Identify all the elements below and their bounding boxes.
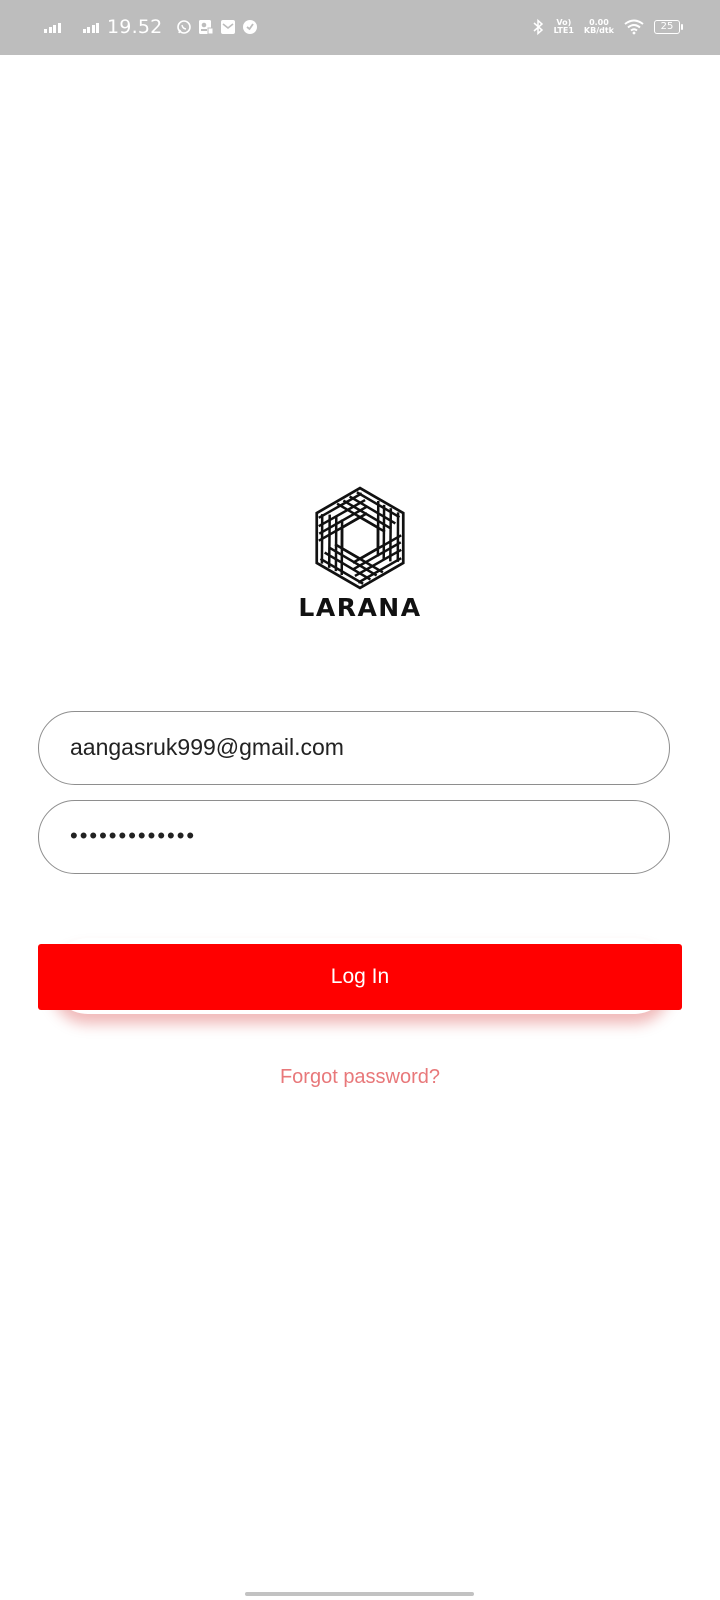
mail-icon [221, 20, 236, 34]
larana-logo-icon [308, 486, 412, 590]
status-time: 19.52 [107, 16, 163, 38]
email-input[interactable] [70, 712, 630, 782]
status-bar-right: Vo) LTE1 0.00 KB/dtk 25 [532, 11, 683, 43]
password-field[interactable] [38, 800, 670, 874]
whatsapp-icon [177, 20, 192, 34]
brand-name: LARANA [298, 593, 422, 622]
signal-icon [44, 21, 61, 33]
brand-logo: LARANA [0, 486, 720, 622]
home-indicator[interactable] [245, 1592, 474, 1596]
volte-icon: Vo) LTE1 [553, 18, 574, 35]
forgot-password-link[interactable]: Forgot password? [0, 1066, 720, 1089]
notification-icon [199, 20, 214, 35]
data-speed: 0.00 KB/dtk [583, 18, 614, 35]
login-button[interactable]: Log In [38, 944, 682, 1010]
app-icon [243, 20, 258, 34]
signal-icon [82, 21, 99, 33]
status-bar: 19.52 Vo) LTE1 0.00 KB/dtk 25 [0, 0, 720, 55]
wifi-icon [624, 19, 644, 35]
battery-icon: 25 [654, 20, 683, 34]
status-bar-left: 19.52 [44, 11, 258, 43]
password-input[interactable] [70, 801, 630, 871]
email-field[interactable] [38, 711, 670, 785]
bluetooth-icon [533, 18, 543, 36]
